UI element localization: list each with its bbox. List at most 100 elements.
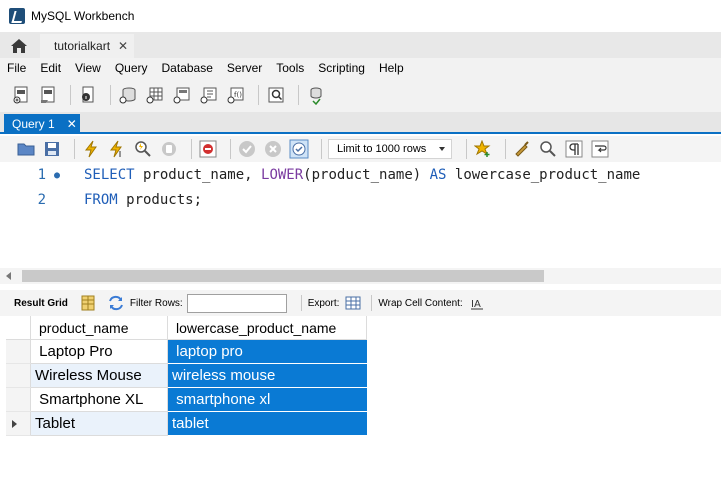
editor-horizontal-scrollbar[interactable] <box>0 268 721 284</box>
stop-button[interactable] <box>159 139 179 159</box>
execute-all-button[interactable] <box>81 139 101 159</box>
stop-hand-icon <box>162 142 176 156</box>
filter-rows-input[interactable] <box>186 293 287 313</box>
column-header-product-name[interactable]: product_name <box>31 316 168 340</box>
folder-icon <box>17 143 35 156</box>
limit-rows-select[interactable]: Limit to 1000 rows <box>328 139 452 159</box>
grid-view-icon <box>81 295 95 311</box>
search-data-icon <box>268 87 284 103</box>
cell-lowercase-product-name[interactable]: smartphone xl <box>168 388 367 412</box>
line-number: 1 <box>37 167 46 183</box>
query-tab-query1[interactable]: Query 1 ✕ <box>4 114 80 134</box>
result-toolbar: Result Grid Filter Rows: Export: Wrap Ce… <box>0 290 721 316</box>
refresh-button[interactable] <box>106 293 126 313</box>
menu-query[interactable]: Query <box>115 61 148 75</box>
toolbar-separator <box>300 295 302 311</box>
toolbar-separator <box>191 139 192 159</box>
row-header[interactable] <box>6 364 31 388</box>
create-function-button[interactable]: f() <box>225 84 247 106</box>
current-row-arrow-icon[interactable] <box>6 412 31 436</box>
commit-button[interactable] <box>237 139 257 159</box>
execute-current-button[interactable] <box>107 139 127 159</box>
result-grid-label[interactable]: Result Grid <box>14 298 68 309</box>
explain-button[interactable] <box>133 139 153 159</box>
pilcrow-icon <box>565 140 583 158</box>
form-view-button[interactable] <box>78 293 98 313</box>
table-row[interactable]: Smartphone XL smartphone xl <box>6 388 367 412</box>
save-script-button[interactable] <box>42 139 62 159</box>
cell-product-name[interactable]: Smartphone XL <box>31 388 168 412</box>
find-button[interactable] <box>538 139 558 159</box>
sql-text: products; <box>117 192 203 208</box>
table-add-icon <box>146 87 163 104</box>
reconnect-button[interactable] <box>305 84 327 106</box>
open-script-button[interactable] <box>16 139 36 159</box>
menu-tools[interactable]: Tools <box>276 61 304 75</box>
sql-text: (product_name) <box>303 167 430 183</box>
row-header[interactable] <box>6 340 31 364</box>
lightning-cursor-icon <box>109 140 122 158</box>
create-schema-button[interactable] <box>117 84 139 106</box>
menu-file[interactable]: File <box>7 61 26 75</box>
window-title: MySQL Workbench <box>31 9 135 23</box>
inspector-button[interactable] <box>77 84 99 106</box>
menu-help[interactable]: Help <box>379 61 404 75</box>
refresh-arrows-icon <box>108 295 123 311</box>
table-row[interactable]: Laptop Pro laptop pro <box>6 340 367 364</box>
menu-edit[interactable]: Edit <box>40 61 61 75</box>
mysql-workbench-logo-icon <box>9 8 25 24</box>
scroll-left-icon[interactable] <box>6 272 11 280</box>
export-button[interactable] <box>343 293 363 313</box>
table-row[interactable]: Tablet tablet <box>6 412 367 436</box>
sql-editor[interactable]: 1 ● SELECT product_name, LOWER(product_n… <box>0 162 721 268</box>
menu-database[interactable]: Database <box>162 61 213 75</box>
wrap-cell-toggle[interactable]: IA <box>467 293 487 313</box>
cell-lowercase-product-name[interactable]: tablet <box>168 412 367 436</box>
check-circle-icon <box>239 141 255 157</box>
cell-lowercase-product-name[interactable]: wireless mouse <box>168 364 367 388</box>
save-icon <box>45 142 59 156</box>
row-header[interactable] <box>6 388 31 412</box>
toolbar-separator <box>230 139 231 159</box>
beautify-button[interactable] <box>512 139 532 159</box>
home-tab[interactable] <box>4 34 34 58</box>
sql-code: FROM products; <box>84 192 202 208</box>
new-sql-tab-button[interactable] <box>10 84 32 106</box>
stop-on-error-toggle[interactable] <box>198 139 218 159</box>
create-procedure-button[interactable] <box>198 84 220 106</box>
menu-scripting[interactable]: Scripting <box>318 61 365 75</box>
connection-tab-label: tutorialkart <box>54 39 111 53</box>
add-snippet-button[interactable] <box>473 139 493 159</box>
open-sql-script-button[interactable] <box>37 84 59 106</box>
invisible-chars-toggle[interactable] <box>564 139 584 159</box>
menu-view[interactable]: View <box>75 61 101 75</box>
connection-tab-tutorialkart[interactable]: tutorialkart ✕ <box>40 34 134 58</box>
editor-line: 1 ● SELECT product_name, LOWER(product_n… <box>0 163 641 187</box>
wrap-lines-icon <box>591 140 609 158</box>
cell-product-name[interactable]: Wireless Mouse <box>31 364 168 388</box>
result-grid: product_name lowercase_product_name Lapt… <box>6 316 367 436</box>
filter-rows-label: Filter Rows: <box>129 297 183 309</box>
stop-on-error-icon <box>199 140 217 158</box>
wrap-text-icon: IA <box>470 299 483 310</box>
rollback-button[interactable] <box>263 139 283 159</box>
table-row[interactable]: Wireless Mouse wireless mouse <box>6 364 367 388</box>
create-view-button[interactable] <box>171 84 193 106</box>
cell-product-name[interactable]: Tablet <box>31 412 168 436</box>
autocommit-toggle[interactable] <box>289 139 309 159</box>
menu-server[interactable]: Server <box>227 61 262 75</box>
close-query-tab-icon[interactable]: ✕ <box>67 117 77 131</box>
wrap-lines-toggle[interactable] <box>590 139 610 159</box>
cell-product-name[interactable]: Laptop Pro <box>31 340 168 364</box>
scrollbar-thumb[interactable] <box>22 270 544 282</box>
sql-code: SELECT product_name, LOWER(product_name)… <box>84 167 640 183</box>
search-table-data-button[interactable] <box>265 84 287 106</box>
toolbar-separator <box>74 139 75 159</box>
close-tab-icon[interactable]: ✕ <box>118 39 128 53</box>
chevron-down-icon <box>439 147 445 151</box>
create-table-button[interactable] <box>144 84 166 106</box>
main-toolbar: f() <box>0 78 721 112</box>
sql-editor-toolbar: Limit to 1000 rows <box>0 136 721 162</box>
cell-lowercase-product-name[interactable]: laptop pro <box>168 340 367 364</box>
column-header-lowercase-product-name[interactable]: lowercase_product_name <box>168 316 367 340</box>
